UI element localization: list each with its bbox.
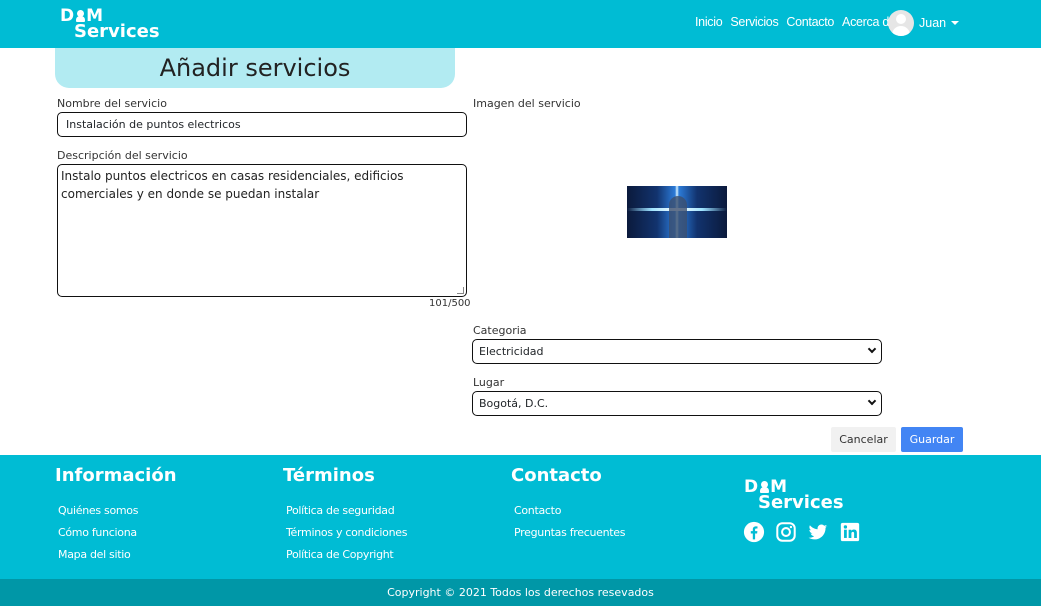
footer-link[interactable]: Cómo funciona (58, 526, 177, 539)
footer-link[interactable]: Política de seguridad (286, 504, 407, 517)
category-label: Categoria (473, 324, 527, 337)
linkedin-icon[interactable] (839, 521, 861, 543)
brand-logo[interactable]: DM Services (60, 8, 160, 41)
place-label: Lugar (473, 376, 505, 389)
footer-terms-title: Términos (283, 465, 375, 486)
place-value: Bogotá, D.C. (479, 397, 549, 410)
nav-links: Inicio Servicios Contacto Acerca de (695, 15, 896, 29)
pin-icon (76, 10, 86, 22)
footer-terms: Términos Política de seguridad Términos … (283, 465, 407, 570)
footer-link[interactable]: Contacto (514, 504, 625, 517)
footer: Información Quiénes somos Cómo funciona … (0, 455, 1041, 579)
nav-item-contacto[interactable]: Contacto (786, 15, 834, 29)
footer-contact: Contacto Contacto Preguntas frecuentes (511, 465, 625, 548)
chevron-down-icon (867, 396, 877, 406)
twitter-icon[interactable] (807, 521, 829, 543)
footer-link[interactable]: Términos y condiciones (286, 526, 407, 539)
category-select[interactable]: Electricidad (472, 339, 882, 364)
pin-icon (760, 481, 770, 493)
description-text: Instalo puntos electricos en casas resid… (61, 169, 404, 201)
footer-contact-title: Contacto (511, 465, 602, 486)
caret-down-icon (951, 21, 960, 25)
footer-link[interactable]: Política de Copyright (286, 548, 407, 561)
footer-link[interactable]: Mapa del sitio (58, 548, 177, 561)
category-value: Electricidad (479, 345, 544, 358)
chevron-down-icon (867, 344, 877, 354)
instagram-icon[interactable] (775, 521, 797, 543)
avatar (888, 10, 914, 36)
service-image[interactable] (627, 186, 727, 238)
facebook-icon[interactable] (743, 521, 765, 543)
page-title: Añadir servicios (55, 48, 455, 88)
footer-info-title: Información (55, 465, 177, 486)
social-links (743, 521, 861, 543)
navbar: DM Services Inicio Servicios Contacto Ac… (0, 0, 1041, 48)
footer-info: Información Quiénes somos Cómo funciona … (55, 465, 177, 570)
footer-link[interactable]: Preguntas frecuentes (514, 526, 625, 539)
save-button[interactable]: Guardar (901, 427, 963, 452)
service-name-label: Nombre del servicio (57, 97, 167, 110)
resize-handle-icon[interactable] (457, 287, 464, 294)
footer-link[interactable]: Quiénes somos (58, 504, 177, 517)
nav-item-inicio[interactable]: Inicio (695, 15, 723, 29)
cancel-button[interactable]: Cancelar (831, 427, 896, 452)
description-textarea[interactable]: Instalo puntos electricos en casas resid… (57, 164, 467, 297)
description-label: Descripción del servicio (57, 149, 188, 162)
character-counter: 101/500 (429, 298, 471, 309)
hand-graphic (669, 196, 687, 238)
copyright-text: Copyright © 2021 Todos los derechos rese… (0, 579, 1041, 606)
service-name-input[interactable]: Instalación de puntos electricos (57, 112, 467, 137)
place-select[interactable]: Bogotá, D.C. (472, 391, 882, 416)
service-image-label: Imagen del servicio (473, 97, 581, 110)
footer-logo: DM Services (744, 477, 844, 513)
nav-item-servicios[interactable]: Servicios (730, 15, 778, 29)
user-name: Juan (919, 16, 947, 30)
user-menu[interactable]: Juan (888, 10, 960, 36)
